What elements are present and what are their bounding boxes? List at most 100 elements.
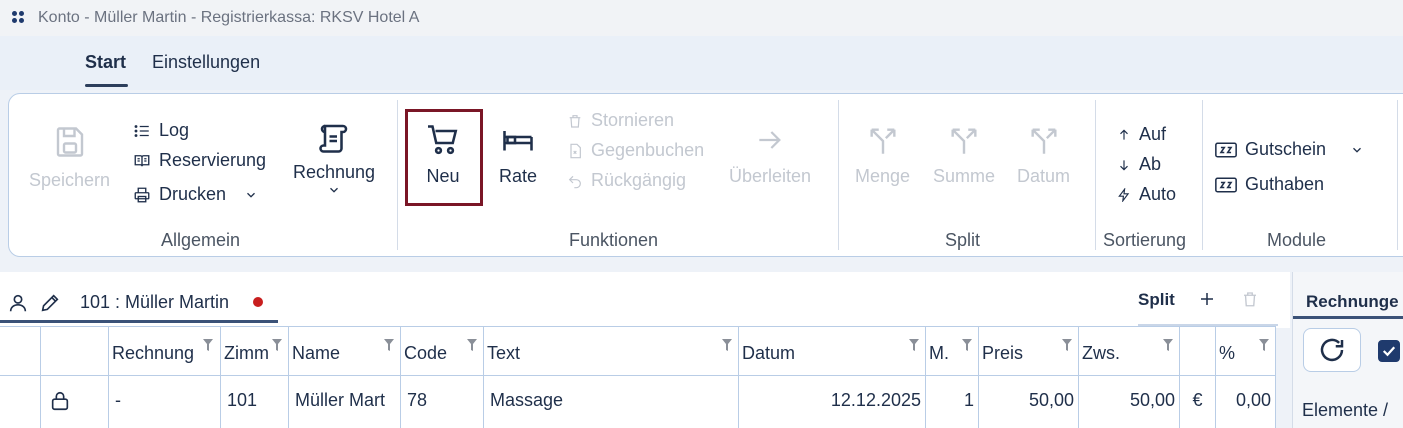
chevron-down-icon[interactable] [1350,143,1364,157]
filter-icon[interactable] [962,339,972,351]
column-header-datum[interactable]: Datum [739,326,926,376]
column-header-label: Text [487,343,521,363]
cell-zws: 50,00 [1079,376,1180,428]
bed-icon [503,131,533,151]
cell-text: Massage [484,376,739,428]
file-x-icon [570,143,581,158]
stornieren-button[interactable]: Stornieren [567,110,674,131]
chevron-down-icon[interactable] [244,188,258,202]
arrow-up-icon [1120,129,1128,140]
column-header-zimmer[interactable]: Zimm [221,326,289,376]
voucher-icon [1215,141,1237,158]
undo-icon [568,175,581,188]
menge-label: Menge [855,166,911,186]
row-lock-cell [41,376,109,428]
column-header-label: Rechnung [112,343,195,363]
filter-icon[interactable] [909,339,919,351]
status-dot [253,297,263,307]
column-header-label: % [1219,343,1236,363]
auf-label: Auf [1139,124,1167,144]
tab-rechnungen[interactable]: Rechnunge [1306,292,1399,312]
voucher-icon [1215,176,1237,193]
rate-button[interactable]: Rate [499,122,537,187]
neu-button[interactable]: Neu [425,122,461,187]
cell-prozent: 0,00 [1216,376,1276,428]
trash-icon[interactable] [1241,289,1259,309]
column-header-code[interactable]: Code [401,326,484,376]
column-header-prozent[interactable]: % [1216,326,1276,376]
rueckgaengig-button[interactable]: Rückgängig [567,170,686,191]
split-summe-button[interactable]: Summe [933,124,995,187]
rechnung-button[interactable]: Rechnung [293,120,375,197]
column-header-text[interactable]: Text [484,326,739,376]
filter-icon[interactable] [467,339,477,351]
column-header-zws[interactable]: Zws. [1079,326,1180,376]
filter-icon[interactable] [1259,339,1269,351]
group-divider [1095,100,1096,250]
cell-code: 78 [401,376,484,428]
tab-einstellungen[interactable]: Einstellungen [152,52,260,73]
column-header-label: Name [292,343,341,363]
group-label-allgemein: Allgemein [161,230,241,250]
column-header-label: M. [929,343,949,363]
gutschein-button[interactable]: Gutschein [1215,139,1364,160]
split-tab[interactable]: Split [1138,290,1175,310]
account-tab[interactable]: 101 : Müller Martin [80,292,229,313]
reservierung-label: Reservierung [159,150,267,170]
ueberleiten-button[interactable]: Überleiten [729,124,811,187]
chevron-down-icon[interactable] [327,183,341,197]
printer-icon [134,187,150,202]
group-label-funktionen: Funktionen [569,230,659,250]
ab-label: Ab [1139,154,1162,174]
refresh-icon [1320,338,1344,362]
tab-start[interactable]: Start [85,52,126,73]
drucken-button[interactable]: Drucken [133,184,258,205]
gegenbuchen-button[interactable]: Gegenbuchen [567,140,704,161]
cell-currency: € [1180,376,1216,428]
split-icon [1030,128,1057,154]
rueckgaengig-label: Rückgängig [591,170,687,190]
column-header-preis[interactable]: Preis [979,326,1079,376]
column-header-label: Zimm [224,343,269,363]
datum-label: Datum [1017,166,1071,186]
column-header-currency [1180,326,1216,376]
add-icon[interactable] [1198,290,1216,308]
save-button[interactable]: Speichern [29,124,110,191]
refresh-button[interactable] [1303,328,1361,372]
select-checkbox[interactable] [1378,340,1400,362]
cell-name: Müller Mart [289,376,401,428]
sort-ab-button[interactable]: Ab [1117,154,1161,175]
guthaben-label: Guthaben [1245,174,1325,194]
filter-icon[interactable] [272,339,282,351]
user-icon[interactable] [7,292,29,314]
rate-label: Rate [499,166,538,186]
save-label: Speichern [29,170,111,190]
sort-auto-button[interactable]: Auto [1117,184,1176,205]
split-datum-button[interactable]: Datum [1017,124,1070,187]
filter-icon[interactable] [203,339,213,351]
cart-icon [428,125,458,155]
column-header-menge[interactable]: M. [926,326,979,376]
guthaben-button[interactable]: Guthaben [1215,174,1324,195]
lightning-icon [1118,187,1130,202]
filter-icon[interactable] [1062,339,1072,351]
column-header-label: Zws. [1082,343,1120,363]
filter-icon[interactable] [384,339,394,351]
sort-auf-button[interactable]: Auf [1117,124,1166,145]
edit-pencil-icon[interactable] [39,292,61,314]
filter-icon[interactable] [1163,339,1173,351]
filter-icon[interactable] [722,339,732,351]
log-button[interactable]: Log [133,120,189,141]
column-header-label: Preis [982,343,1024,363]
column-header-name[interactable]: Name [289,326,401,376]
save-icon [56,127,83,157]
cell-zimmer: 101 [221,376,289,428]
stornieren-label: Stornieren [591,110,675,130]
group-divider [1202,100,1203,250]
split-menge-button[interactable]: Menge [855,124,910,187]
book-icon [134,154,150,166]
column-header-rechnung[interactable]: Rechnung [109,326,221,376]
reservierung-button[interactable]: Reservierung [133,150,266,171]
cell-preis: 50,00 [979,376,1079,428]
cell-datum: 12.12.2025 [739,376,926,428]
